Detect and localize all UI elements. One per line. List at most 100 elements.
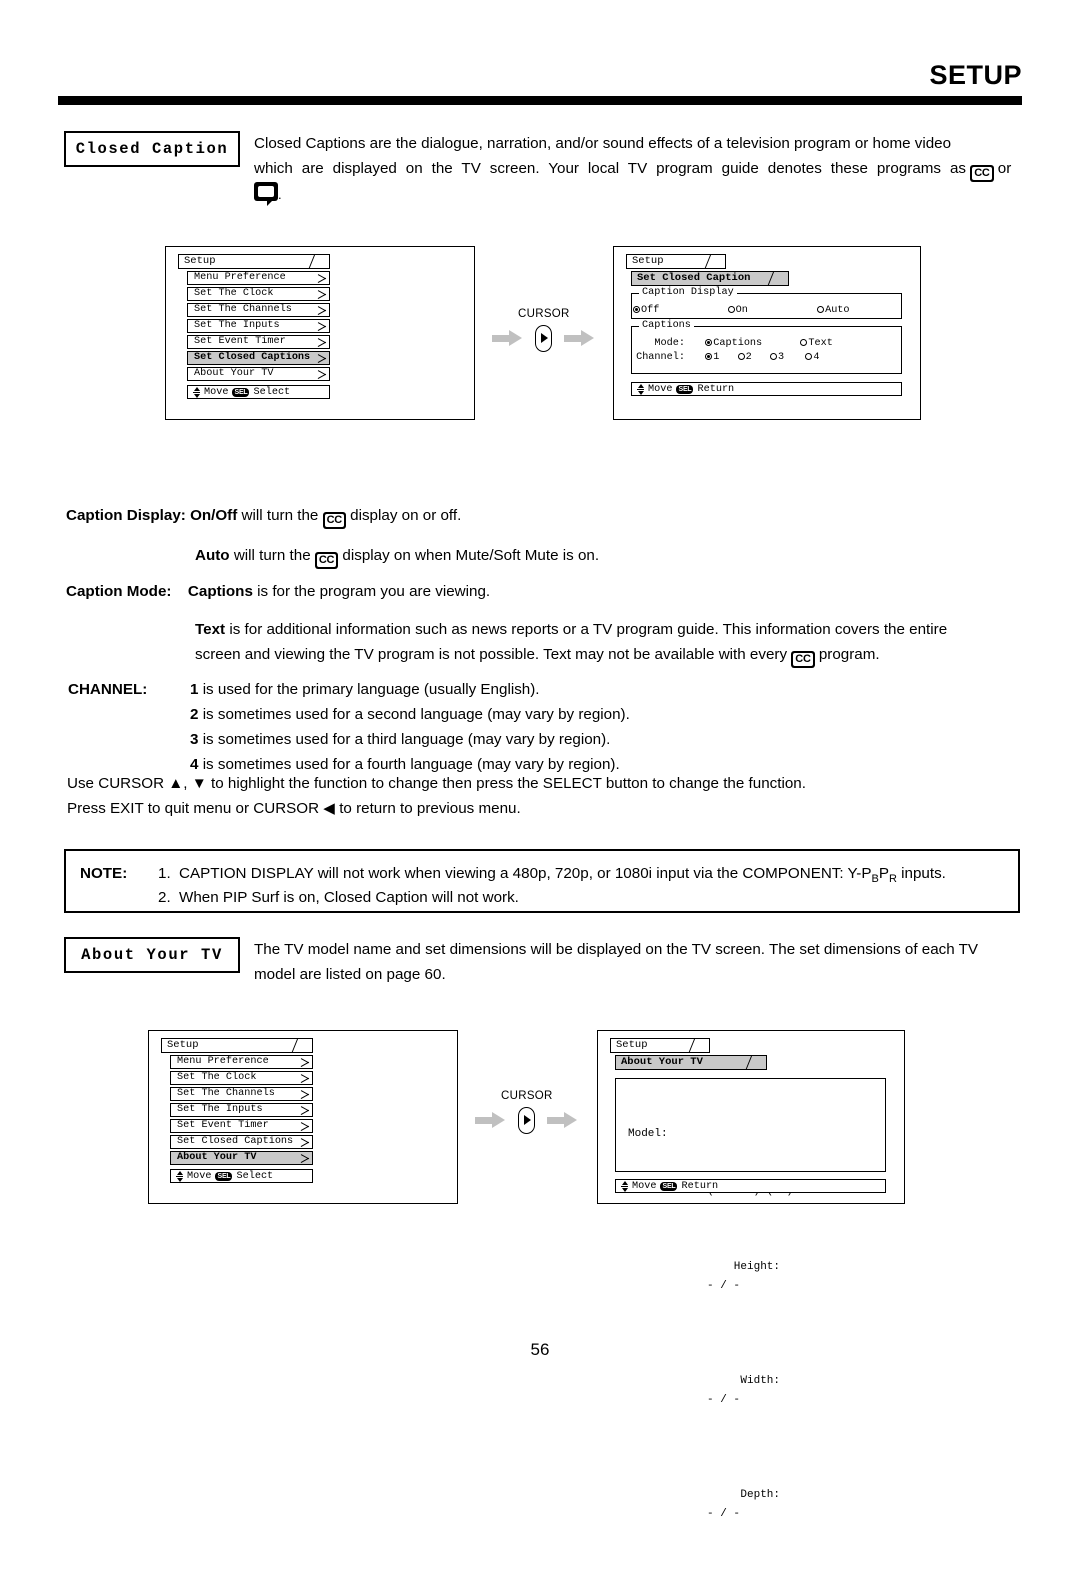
tab-notch-icon xyxy=(743,1056,766,1069)
channel-list-item: 1 is used for the primary language (usua… xyxy=(190,681,540,698)
flow-arrow-right-icon xyxy=(564,330,594,346)
flow-arrow-right-icon xyxy=(547,1112,577,1128)
chevron-right-icon xyxy=(318,305,327,315)
flow-arrow-left-icon xyxy=(492,330,522,346)
osd-setup-menu: Setup Menu Preference Set The Clock Set … xyxy=(178,254,330,399)
channel-list-item: 2 is sometimes used for a second languag… xyxy=(190,706,630,723)
about-tv-info-box: Model: Dimensions (Inches) (mm) Height: … xyxy=(615,1078,886,1520)
flow-arrow-left-icon xyxy=(475,1112,505,1128)
cc-icon: CC xyxy=(314,552,339,569)
cursor-flow-group-top: CURSOR xyxy=(492,308,612,358)
radio-on-icon xyxy=(633,306,640,313)
cursor-right-button-icon[interactable] xyxy=(518,1107,535,1134)
cursor-instructions: Use CURSOR ▲, ▼ to highlight the functio… xyxy=(67,775,806,817)
chevron-right-icon xyxy=(301,1089,310,1099)
note-item-1: 1. CAPTION DISPLAY will not work when vi… xyxy=(158,865,946,886)
group-caption-display: Caption Display Off On Auto xyxy=(631,287,902,319)
note-item-2: 2. When PIP Surf is on, Closed Caption w… xyxy=(158,889,519,906)
cc-icon: CC xyxy=(791,651,815,668)
osd-tab-setup[interactable]: Setup xyxy=(626,254,726,269)
sel-button-badge: SEL xyxy=(660,1181,678,1191)
caption-display-auto-description: Auto will turn the CC display on when Mu… xyxy=(195,543,1035,569)
osd-tab-setup[interactable]: Setup xyxy=(610,1038,710,1053)
radio-channel-3[interactable]: 3 xyxy=(770,352,784,363)
about-your-tv-description: The TV model name and set dimensions wil… xyxy=(254,941,979,983)
chevron-right-icon xyxy=(318,369,327,379)
osd-menu-item-set-the-clock[interactable]: Set The Clock xyxy=(170,1071,313,1085)
up-down-arrows-icon xyxy=(176,1170,183,1182)
radio-channel-1[interactable]: 1 xyxy=(705,352,719,363)
cursor-flow-group-bottom: CURSOR xyxy=(475,1090,595,1140)
osd-menu-item-set-closed-captions[interactable]: Set Closed Captions xyxy=(187,351,330,365)
radio-caption-display-off[interactable]: Off xyxy=(633,305,659,316)
osd-tab-about-your-tv[interactable]: About Your TV xyxy=(615,1055,767,1070)
osd-menu-item-set-the-clock[interactable]: Set The Clock xyxy=(187,287,330,301)
cursor-right-button-icon[interactable] xyxy=(535,325,552,352)
sel-button-badge: SEL xyxy=(676,384,694,394)
up-down-arrows-icon xyxy=(193,386,200,398)
osd-footer-hint: Move SEL Select xyxy=(170,1169,313,1183)
chevron-right-icon xyxy=(318,337,327,347)
channel-label: CHANNEL: xyxy=(68,681,148,698)
group-captions: Captions Mode: Captions Text Channel: 1 xyxy=(631,320,902,374)
cc-icon: CC xyxy=(322,512,346,529)
info-row-depth: Depth: - / - xyxy=(707,1489,781,1520)
note-box: NOTE: 1. CAPTION DISPLAY will not work w… xyxy=(64,849,1020,913)
radio-mode-captions[interactable]: Captions xyxy=(705,338,762,349)
tab-notch-icon xyxy=(702,255,725,268)
radio-channel-2[interactable]: 2 xyxy=(737,352,752,363)
osd-footer-hint: Move SEL Return xyxy=(615,1179,886,1193)
diagram-frame-about-your-tv: Setup About Your TV Model: Dimensions (I… xyxy=(597,1030,905,1520)
chevron-right-icon xyxy=(318,353,327,363)
info-row-height: Height: - / - xyxy=(707,1261,781,1292)
osd-menu-item-menu-preference[interactable]: Menu Preference xyxy=(170,1055,313,1069)
row-caption-mode: Mode: Captions Text xyxy=(654,338,833,349)
chevron-right-icon xyxy=(301,1121,310,1131)
up-down-arrows-icon xyxy=(637,383,644,395)
osd-menu-item-about-your-tv[interactable]: About Your TV xyxy=(170,1151,313,1165)
page-number: 56 xyxy=(530,1340,550,1359)
chevron-right-icon xyxy=(318,273,327,283)
section-label-about-your-tv: About Your TV xyxy=(64,937,240,973)
osd-about-your-tv-screen: Setup About Your TV Model: Dimensions (I… xyxy=(610,1038,886,1520)
radio-mode-text[interactable]: Text xyxy=(800,338,833,349)
osd-menu-item-set-event-timer[interactable]: Set Event Timer xyxy=(170,1119,313,1133)
up-down-arrows-icon xyxy=(621,1180,628,1192)
osd-tab-setup[interactable]: Setup xyxy=(178,254,330,269)
radio-caption-display-auto[interactable]: Auto xyxy=(817,305,850,316)
osd-menu-item-about-your-tv[interactable]: About Your TV xyxy=(187,367,330,381)
radio-channel-4[interactable]: 4 xyxy=(805,352,820,363)
channel-list-item: 3 is sometimes used for a third language… xyxy=(190,731,611,748)
osd-menu-item-set-the-channels[interactable]: Set The Channels xyxy=(187,303,330,317)
info-row-model: Model: xyxy=(628,1128,668,1140)
radio-off-icon xyxy=(727,306,735,313)
osd-tab-setup[interactable]: Setup xyxy=(161,1038,313,1053)
note-label: NOTE: xyxy=(80,865,128,882)
radio-off-icon xyxy=(800,339,808,346)
cc-icon: CC xyxy=(970,165,994,182)
osd-tab-set-closed-caption[interactable]: Set Closed Caption xyxy=(631,271,789,286)
osd-menu-item-set-the-channels[interactable]: Set The Channels xyxy=(170,1087,313,1101)
cursor-label: CURSOR xyxy=(501,1090,553,1102)
radio-on-icon xyxy=(705,339,713,346)
chevron-right-icon xyxy=(301,1057,310,1067)
osd-menu-item-set-event-timer[interactable]: Set Event Timer xyxy=(187,335,330,349)
section-label-closed-caption: Closed Caption xyxy=(64,131,240,167)
chevron-right-icon xyxy=(301,1073,310,1083)
radio-off-icon xyxy=(770,353,777,360)
row-caption-channel: Channel: 1 2 3 4 xyxy=(636,352,820,363)
tab-notch-icon xyxy=(765,272,788,285)
chevron-right-icon xyxy=(318,289,327,299)
osd-menu-item-set-the-inputs[interactable]: Set The Inputs xyxy=(187,319,330,333)
osd-menu-item-set-the-inputs[interactable]: Set The Inputs xyxy=(170,1103,313,1117)
radio-off-icon xyxy=(805,353,813,360)
osd-setup-menu-bottom: Setup Menu Preference Set The Clock Set … xyxy=(161,1038,313,1183)
diagram-frame-set-closed-caption: Setup Set Closed Caption Caption Display… xyxy=(613,246,921,420)
radio-caption-display-on[interactable]: On xyxy=(727,305,748,316)
osd-menu-item-menu-preference[interactable]: Menu Preference xyxy=(187,271,330,285)
caption-display-description: Caption Display: On/Off will turn the CC… xyxy=(66,503,1026,529)
closed-caption-description: Closed Captions are the dialogue, narrat… xyxy=(254,131,1020,207)
osd-menu-item-set-closed-captions[interactable]: Set Closed Captions xyxy=(170,1135,313,1149)
caption-mode-description: Caption Mode: Captions is for the progra… xyxy=(66,583,491,600)
radio-off-icon xyxy=(737,353,745,360)
